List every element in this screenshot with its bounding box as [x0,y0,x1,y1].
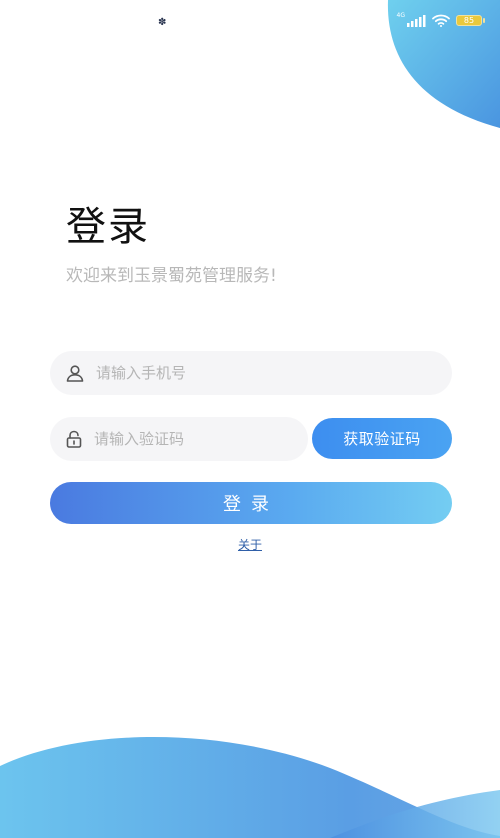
lock-icon [64,428,84,450]
login-button[interactable]: 登录 [50,482,452,524]
battery-icon: 85 [456,15,485,26]
verification-code-field[interactable] [50,417,308,461]
about-link-row: 关于 [0,537,500,553]
status-bar: ✽ 4G 85 [0,0,500,44]
phone-field[interactable] [50,351,452,395]
notification-icon: ✽ [158,17,167,28]
network-type-label: 4G [396,12,405,19]
status-icons: 4G 85 [396,12,485,27]
wifi-icon [432,14,450,27]
get-code-button[interactable]: 获取验证码 [312,418,452,459]
battery-level: 85 [463,15,475,25]
about-link[interactable]: 关于 [238,538,262,552]
verification-code-input[interactable] [94,430,308,448]
signal-icon [407,14,426,27]
user-icon [64,362,86,384]
bottom-wave-decoration [0,737,500,838]
welcome-subtitle: 欢迎来到玉景蜀苑管理服务! [66,266,277,286]
phone-input[interactable] [96,364,396,382]
page-title: 登录 [66,204,150,250]
